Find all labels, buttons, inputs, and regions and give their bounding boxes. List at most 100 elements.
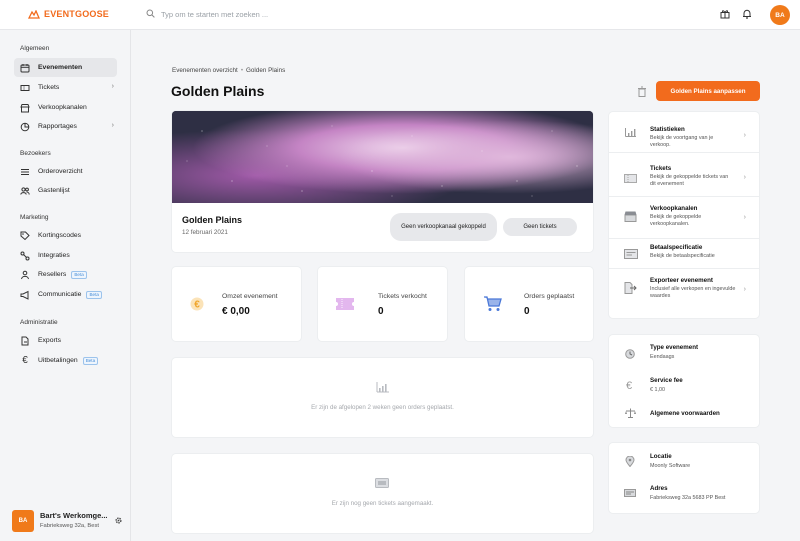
sidebar-item-label: Verkoopkanalen xyxy=(38,104,87,111)
tickets-empty-card: Er zijn nog geen tickets aangemaakt. xyxy=(172,454,593,533)
stat-value: 0 xyxy=(524,306,530,317)
sidebar-item-label: Resellers xyxy=(38,271,67,278)
map-pin-icon xyxy=(625,455,635,469)
link-statistieken[interactable]: Statistieken Bekijk de voortgang van je … xyxy=(609,112,759,152)
link-description: Bekijk de betaalspecificatie xyxy=(650,253,715,259)
sidebar-item-orderoverzicht[interactable]: Orderoverzicht xyxy=(14,162,117,181)
sidebar-item-label: Kortingscodes xyxy=(38,232,82,239)
search-input[interactable]: Typ om te starten met zoeken ... xyxy=(161,10,268,19)
euro-icon: € xyxy=(22,355,28,366)
export-file-icon xyxy=(624,282,637,296)
cart-icon xyxy=(484,296,502,314)
brand-name: EVENTGOOSE xyxy=(44,9,110,19)
sidebar-item-label: Communicatie xyxy=(38,291,82,298)
euro-coin-icon: € xyxy=(190,297,204,313)
link-description: Bekijk de voortgang van je verkoop. xyxy=(650,135,714,148)
trash-icon[interactable] xyxy=(637,86,647,99)
sales-channel-pill[interactable]: Geen verkoopkanaal gekoppeld xyxy=(390,213,497,241)
sidebar-item-kortingscodes[interactable]: Kortingscodes xyxy=(14,226,117,245)
link-title: Tickets xyxy=(650,165,672,172)
sidebar-item-communicatie[interactable]: Communicatie Beta xyxy=(14,285,117,304)
link-tickets[interactable]: Tickets Bekijk de gekoppelde tickets van… xyxy=(609,154,759,194)
sidebar-item-label: Rapportages xyxy=(38,123,77,130)
sidebar-item-gastenlijst[interactable]: Gastenlijst xyxy=(14,181,117,200)
breadcrumb: Evenementen overzicht • Golden Plains xyxy=(172,67,285,74)
stat-label: Tickets verkocht xyxy=(378,293,427,300)
sidebar-item-label: Evenementen xyxy=(38,64,83,71)
user-avatar[interactable]: BA xyxy=(770,5,790,25)
stat-label: Omzet evenement xyxy=(222,293,278,300)
sidebar-item-integraties[interactable]: Integraties xyxy=(14,246,117,265)
section-title-administratie: Administratie xyxy=(20,319,58,326)
chevron-right-icon: › xyxy=(111,83,114,90)
section-title-algemeen: Algemeen xyxy=(20,45,50,52)
search-icon xyxy=(146,9,155,20)
tickets-pill[interactable]: Geen tickets xyxy=(503,218,577,236)
workspace-switcher[interactable]: BA Bart's Werkomge... Fabrieksweg 32a, B… xyxy=(12,510,124,534)
reseller-icon xyxy=(20,270,30,280)
gift-icon[interactable] xyxy=(720,9,730,21)
bar-chart-icon xyxy=(376,382,389,395)
section-title-bezoekers: Bezoekers xyxy=(20,150,51,157)
export-icon xyxy=(20,336,30,346)
service-fee-label: Service fee xyxy=(650,377,683,384)
link-title: Statistieken xyxy=(650,126,685,133)
stat-label: Orders geplaatst xyxy=(524,293,575,300)
calendar-icon xyxy=(20,63,30,73)
link-exporteer[interactable]: Exporteer evenement Inclusief alle verko… xyxy=(609,270,759,312)
sidebar-item-label: Orderoverzicht xyxy=(38,168,83,175)
link-betaalspecificatie[interactable]: Betaalspecificatie Bekijk de betaalspeci… xyxy=(609,240,759,270)
stat-value: 0 xyxy=(378,306,384,317)
beta-badge: Beta xyxy=(71,270,87,279)
breadcrumb-parent-link[interactable]: Evenementen overzicht xyxy=(172,67,238,74)
event-name: Golden Plains xyxy=(182,215,243,225)
list-icon xyxy=(20,167,30,177)
beta-badge: Beta xyxy=(86,290,102,299)
terms-link[interactable]: Algemene voorwaarden xyxy=(650,410,720,417)
chevron-right-icon: › xyxy=(743,174,746,181)
event-info-card: Type evenement Eendaags € Service fee € … xyxy=(609,335,759,427)
empty-tickets-text: Er zijn nog geen tickets aangemaakt. xyxy=(331,500,434,507)
clock-icon xyxy=(625,349,635,361)
sidebar-item-label: Gastenlijst xyxy=(38,187,70,194)
ticket-icon xyxy=(20,83,30,93)
sidebar-item-label: Uitbetalingen xyxy=(38,357,78,364)
scales-icon xyxy=(625,408,636,420)
sidebar-item-uitbetalingen[interactable]: € Uitbetalingen Beta xyxy=(14,351,117,370)
tag-icon xyxy=(20,231,30,241)
link-verkoopkanalen[interactable]: Verkoopkanalen Bekijk de gekoppelde verk… xyxy=(609,198,759,238)
goose-logo-icon xyxy=(27,8,40,19)
search-bar[interactable]: Typ om te starten met zoeken ... xyxy=(146,9,268,20)
logo[interactable]: EVENTGOOSE xyxy=(27,8,110,19)
link-title: Verkoopkanalen xyxy=(650,205,698,212)
location-value: Moonly Software xyxy=(650,463,691,469)
sidebar-item-exports[interactable]: Exports xyxy=(14,331,117,350)
event-type-value: Eendaags xyxy=(650,354,675,360)
stat-card-orders: Orders geplaatst 0 xyxy=(465,267,593,341)
megaphone-icon xyxy=(20,290,30,300)
location-card: Locatie Moonly Software Adres Fabriekswe… xyxy=(609,443,759,513)
invoice-icon xyxy=(624,249,638,261)
sidebar-item-verkoopkanalen[interactable]: Verkoopkanalen xyxy=(14,98,117,117)
address-card-icon xyxy=(624,489,636,499)
bell-icon[interactable] xyxy=(742,9,752,21)
empty-orders-text: Er zijn de afgelopen 2 weken geen orders… xyxy=(311,404,454,411)
workspace-avatar: BA xyxy=(12,510,34,532)
edit-event-button[interactable]: Golden Plains aanpassen xyxy=(656,81,760,101)
sidebar-item-label: Exports xyxy=(38,337,62,344)
link-title: Betaalspecificatie xyxy=(650,244,703,251)
address-label: Adres xyxy=(650,485,668,492)
gear-icon[interactable] xyxy=(114,516,123,527)
sidebar-item-evenementen[interactable]: Evenementen xyxy=(14,58,117,77)
event-banner-image xyxy=(172,111,593,203)
sidebar: Algemeen Evenementen Tickets › Verkoopka… xyxy=(0,30,131,541)
sidebar-item-tickets[interactable]: Tickets › xyxy=(14,78,117,97)
workspace-name: Bart's Werkomge... xyxy=(40,511,108,520)
link-title: Exporteer evenement xyxy=(650,277,713,284)
sidebar-item-resellers[interactable]: Resellers Beta xyxy=(14,265,117,284)
ticket-icon xyxy=(336,298,354,312)
link-description: Bekijk de gekoppelde verkoopkanalen. xyxy=(650,214,702,227)
svg-text:€: € xyxy=(194,300,200,311)
sidebar-item-rapportages[interactable]: Rapportages › xyxy=(14,117,117,136)
event-date: 12 februari 2021 xyxy=(182,229,228,236)
